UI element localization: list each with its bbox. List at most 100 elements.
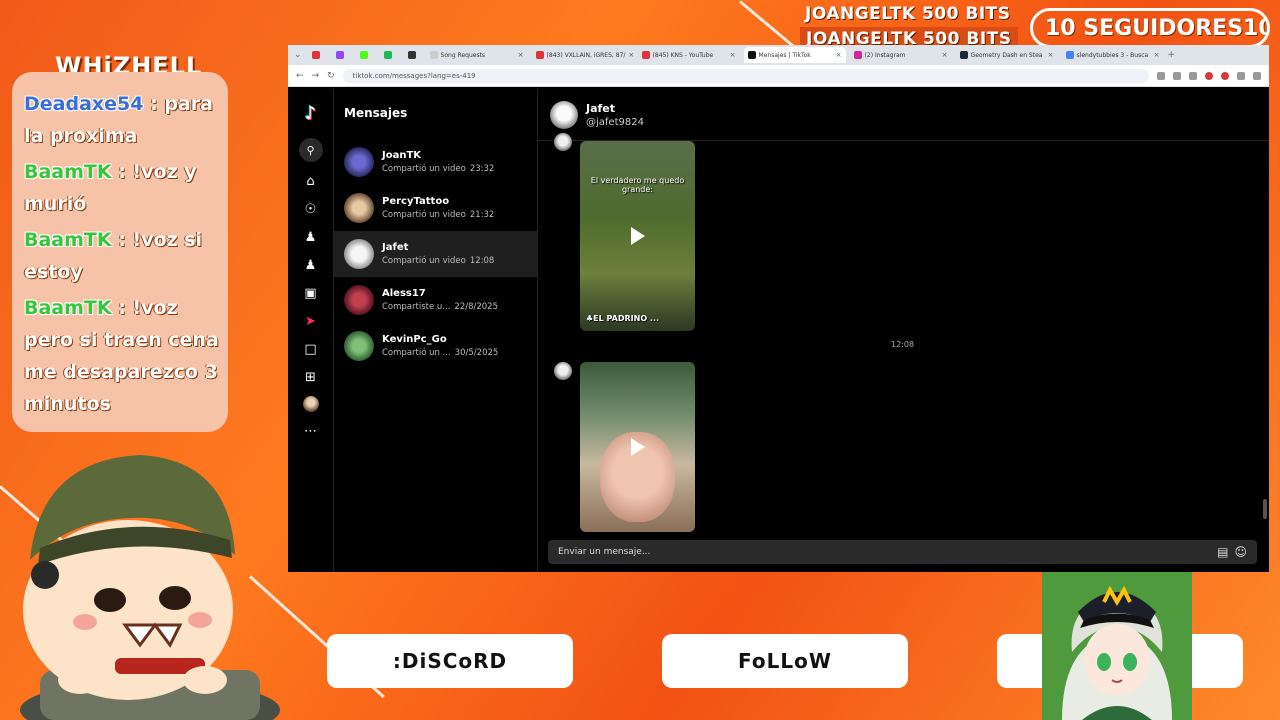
close-icon[interactable]: × [518,51,524,59]
shared-video[interactable]: El verdadero me quedo grande: ♣EL PADRIN… [580,141,695,331]
extension-icon[interactable] [1157,71,1165,80]
conversation-item[interactable]: Aless17 Compartiste u... 22/8/2025 [334,277,537,323]
conversation-list: Mensajes JoanTK Compartió un video 23:32 … [334,89,538,572]
tab[interactable] [306,47,326,63]
tab-active[interactable]: Mensajes | TikTok × [743,47,846,63]
play-icon[interactable] [630,227,645,245]
thread-header: Jafet @jafet9824 [538,89,1269,141]
favicon-icon [335,51,344,59]
star-icon[interactable] [1189,71,1197,80]
conversation-item-active[interactable]: Jafet Compartió un video 12:08 [334,231,537,277]
chat-message: BaamTK : !voz pero si traen cena me desa… [24,292,220,420]
chat-username: BaamTK [24,229,112,251]
avatar [344,285,374,315]
extension-icon[interactable] [1173,71,1181,80]
tab[interactable]: (2) Instagram × [850,47,952,63]
forward-icon[interactable]: → [312,71,320,81]
message-input[interactable]: Enviar un mensaje... ▤ ☺ [548,540,1257,564]
tab[interactable]: slendytubbies 3 - Busca × [1062,47,1164,63]
profile-avatar[interactable] [302,396,319,412]
favicon-icon [959,51,968,59]
close-icon[interactable]: × [1048,51,1054,59]
address-bar: ← → ↻ tiktok.com/messages?lang=es-419 [288,65,1269,87]
search-icon[interactable]: ⚲ [298,138,323,162]
activity-icon[interactable]: □ [298,340,324,358]
close-icon[interactable]: × [942,51,948,59]
vtuber-illustration [1042,572,1192,720]
follow-button[interactable]: FoLLoW [662,634,908,688]
tab[interactable] [378,47,398,63]
tab-search-icon[interactable]: ⌄ [294,50,302,60]
menu-icon[interactable] [1253,71,1261,80]
chat-username: BaamTK [24,161,112,183]
thread-handle: @jafet9824 [586,116,644,128]
favicon-icon [429,51,438,59]
extension-icon[interactable] [1221,71,1229,80]
close-icon[interactable]: × [628,51,633,59]
conversation-item[interactable]: PercyTattoo Compartió un video 21:32 [334,185,537,231]
favicon-icon [853,51,862,59]
emoji-icon[interactable]: ☺ [1234,545,1247,559]
message-thread: Jafet @jafet9824 El verdadero me quedo g… [538,89,1269,572]
favicon-icon [383,51,392,59]
messages-title: Mensajes [344,106,408,120]
live-icon[interactable]: ▣ [298,284,324,302]
avatar [344,239,374,269]
message-timestamp: 12:08 [891,340,915,349]
favicon-icon [359,51,368,59]
tab[interactable] [330,47,350,63]
favicon-icon [311,51,320,59]
chat-message: BaamTK : !voz y murió [24,156,220,220]
image-icon[interactable]: ▤ [1217,545,1228,559]
messages-icon[interactable]: ➤ [298,312,324,330]
avatar [554,133,572,151]
tab[interactable]: Geometry Dash en Stea × [956,47,1058,63]
avatar[interactable] [550,100,578,129]
tiktok-favicon-icon [747,51,756,59]
extension-icon[interactable] [1237,71,1245,80]
conversation-item[interactable]: KevinPc_Go Compartió un ... 30/5/2025 [334,323,537,369]
extension-icon[interactable] [1205,71,1213,80]
chat-username: Deadaxe54 [24,93,144,115]
discord-button[interactable]: :DiSCoRD [327,634,573,688]
conversation-item[interactable]: JoanTK Compartió un video 23:32 [334,139,537,185]
upload-icon[interactable]: ⊞ [298,368,324,386]
tab[interactable]: (843) VXLLAIN, iGRES, 87/× [532,47,634,63]
video-overlay-text: El verdadero me quedo grande: [590,176,685,194]
bits-alert: JOANGELTK 500 BITS [805,4,1011,24]
avatar [554,362,572,380]
favicon-icon [1065,51,1074,59]
tab[interactable] [402,47,422,63]
vtuber-avatar [1042,572,1192,720]
tab[interactable]: (845) KNS - YouTube × [638,47,740,63]
shared-video[interactable] [580,362,695,532]
close-icon[interactable]: × [730,51,736,59]
play-icon[interactable] [630,438,645,456]
scrollbar[interactable] [1263,499,1267,519]
home-icon[interactable]: ⌂ [298,172,324,190]
tab[interactable]: Song Requests × [426,47,528,63]
tiktok-app: ♪ ⚲ ⌂ ☉ ♟ ♟ ▣ ➤ □ ⊞ ⋯ Mensajes JoanTK Co… [288,89,1269,572]
followers-goal: 10 SEGUIDORES100 [1030,8,1270,48]
new-tab-icon[interactable]: + [1168,50,1176,60]
more-icon[interactable]: ⋯ [298,422,324,440]
back-icon[interactable]: ← [296,71,304,81]
close-icon[interactable]: × [836,51,842,59]
thread-name[interactable]: Jafet [586,102,644,115]
avatar [344,147,374,177]
explore-icon[interactable]: ☉ [298,200,324,218]
reload-icon[interactable]: ↻ [327,71,335,81]
friends-icon[interactable]: ♟ [298,256,324,274]
tiktok-logo-icon[interactable]: ♪ [305,103,317,124]
tab[interactable] [354,47,374,63]
chat-message: Deadaxe54 : para la proxima [24,88,220,152]
chat-username: BaamTK [24,297,112,319]
favicon-icon [407,51,416,59]
chat-panel: Deadaxe54 : para la proxima BaamTK : !vo… [12,72,228,432]
close-icon[interactable]: × [1154,51,1160,59]
avatar [344,331,374,361]
favicon-icon [641,51,650,59]
following-icon[interactable]: ♟ [298,228,324,246]
url-field[interactable]: tiktok.com/messages?lang=es-419 [342,68,1149,83]
message-input-placeholder: Enviar un mensaje... [558,547,651,557]
